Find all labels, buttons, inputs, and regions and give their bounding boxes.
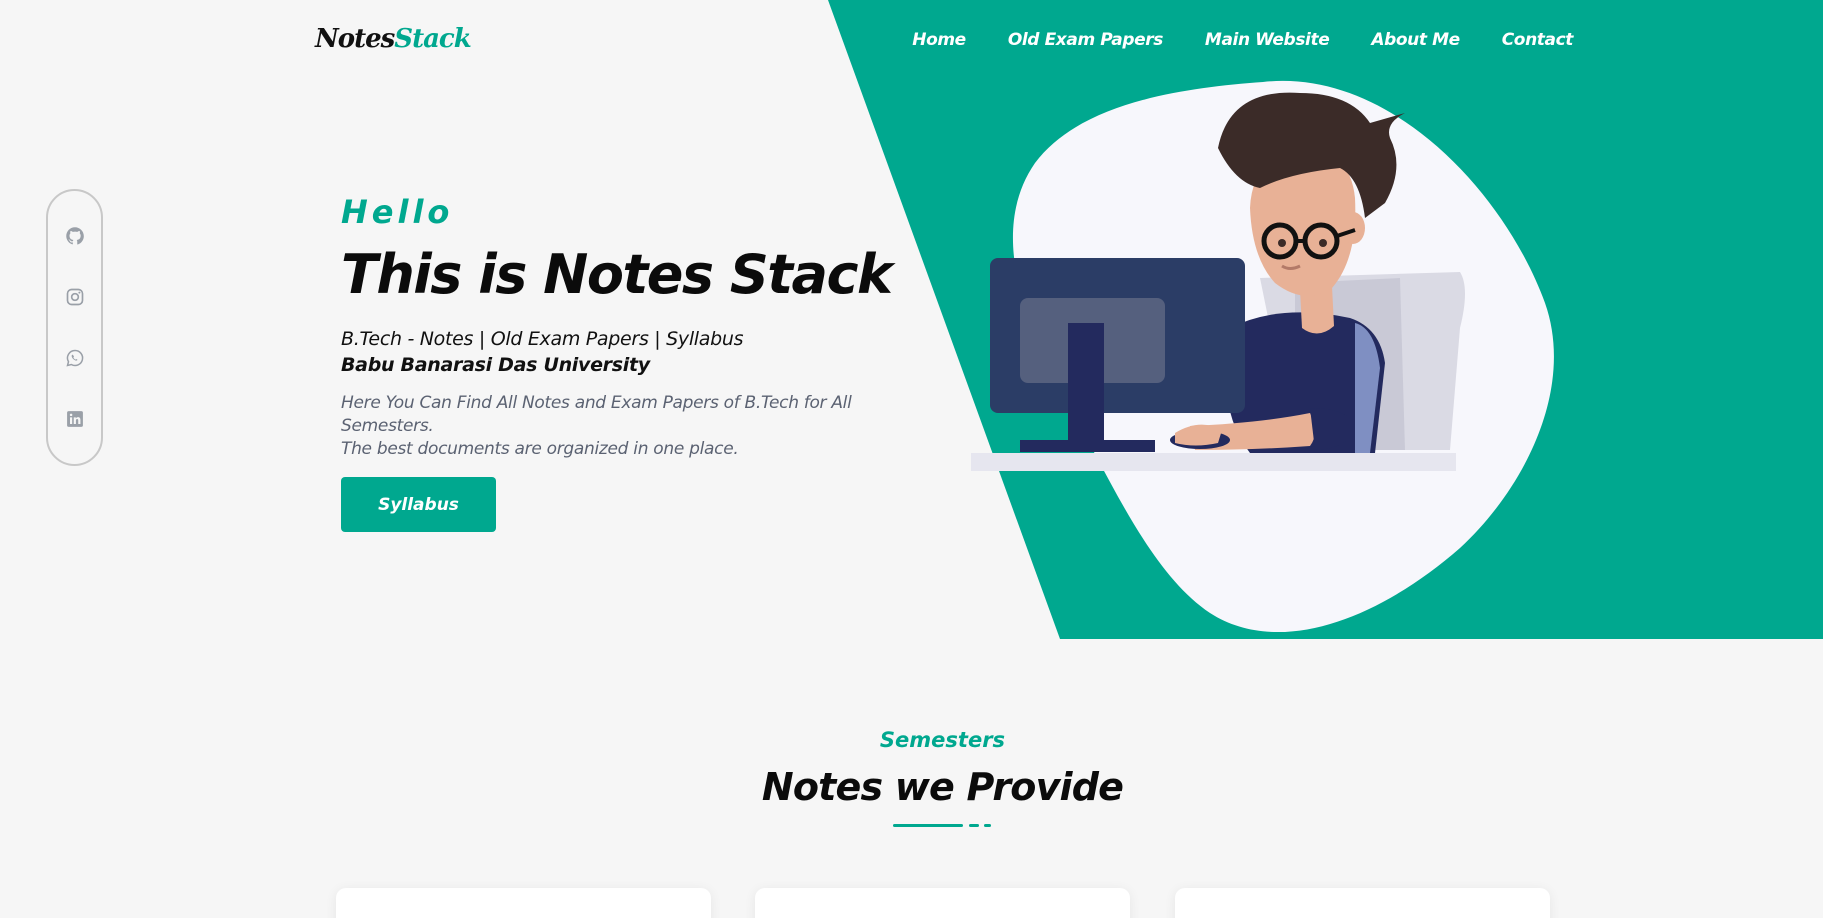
- developer-illustration: [971, 80, 1554, 633]
- social-links-bar: [46, 189, 103, 466]
- hero-university: Babu Banarasi Das University: [341, 354, 650, 376]
- hero-greeting: Hello: [341, 193, 454, 231]
- semester-card[interactable]: [1175, 888, 1550, 918]
- nav-contact[interactable]: Contact: [1502, 30, 1574, 50]
- hero-description-line-1: Here You Can Find All Notes and Exam Pap…: [341, 393, 852, 436]
- nav-home[interactable]: Home: [912, 30, 966, 50]
- main-nav: Home Old Exam Papers Main Website About …: [912, 30, 1573, 50]
- section-underline: [893, 824, 993, 828]
- hero-description-line-2: The best documents are organized in one …: [341, 439, 739, 459]
- logo-part-notes: Notes: [315, 24, 395, 54]
- semester-card[interactable]: [755, 888, 1130, 918]
- instagram-icon[interactable]: [64, 286, 86, 308]
- hero-title: This is Notes Stack: [341, 243, 893, 306]
- nav-old-exam-papers[interactable]: Old Exam Papers: [1008, 30, 1163, 50]
- whatsapp-icon[interactable]: [64, 347, 86, 369]
- section-label: Semesters: [879, 728, 1006, 752]
- hero-section: Hello This is Notes Stack B.Tech - Notes…: [341, 193, 941, 532]
- section-title: Notes we Provide: [761, 765, 1124, 809]
- github-icon[interactable]: [64, 225, 86, 247]
- site-logo[interactable]: NotesStack: [315, 24, 472, 54]
- nav-main-website[interactable]: Main Website: [1205, 30, 1330, 50]
- nav-about-me[interactable]: About Me: [1371, 30, 1460, 50]
- logo-part-stack: Stack: [394, 24, 471, 54]
- linkedin-icon[interactable]: [64, 408, 86, 430]
- hero-subtitle: B.Tech - Notes | Old Exam Papers | Sylla…: [341, 328, 744, 350]
- semester-card[interactable]: [336, 888, 711, 918]
- hero-description: Here You Can Find All Notes and Exam Pap…: [341, 392, 941, 461]
- syllabus-button[interactable]: Syllabus: [341, 477, 496, 532]
